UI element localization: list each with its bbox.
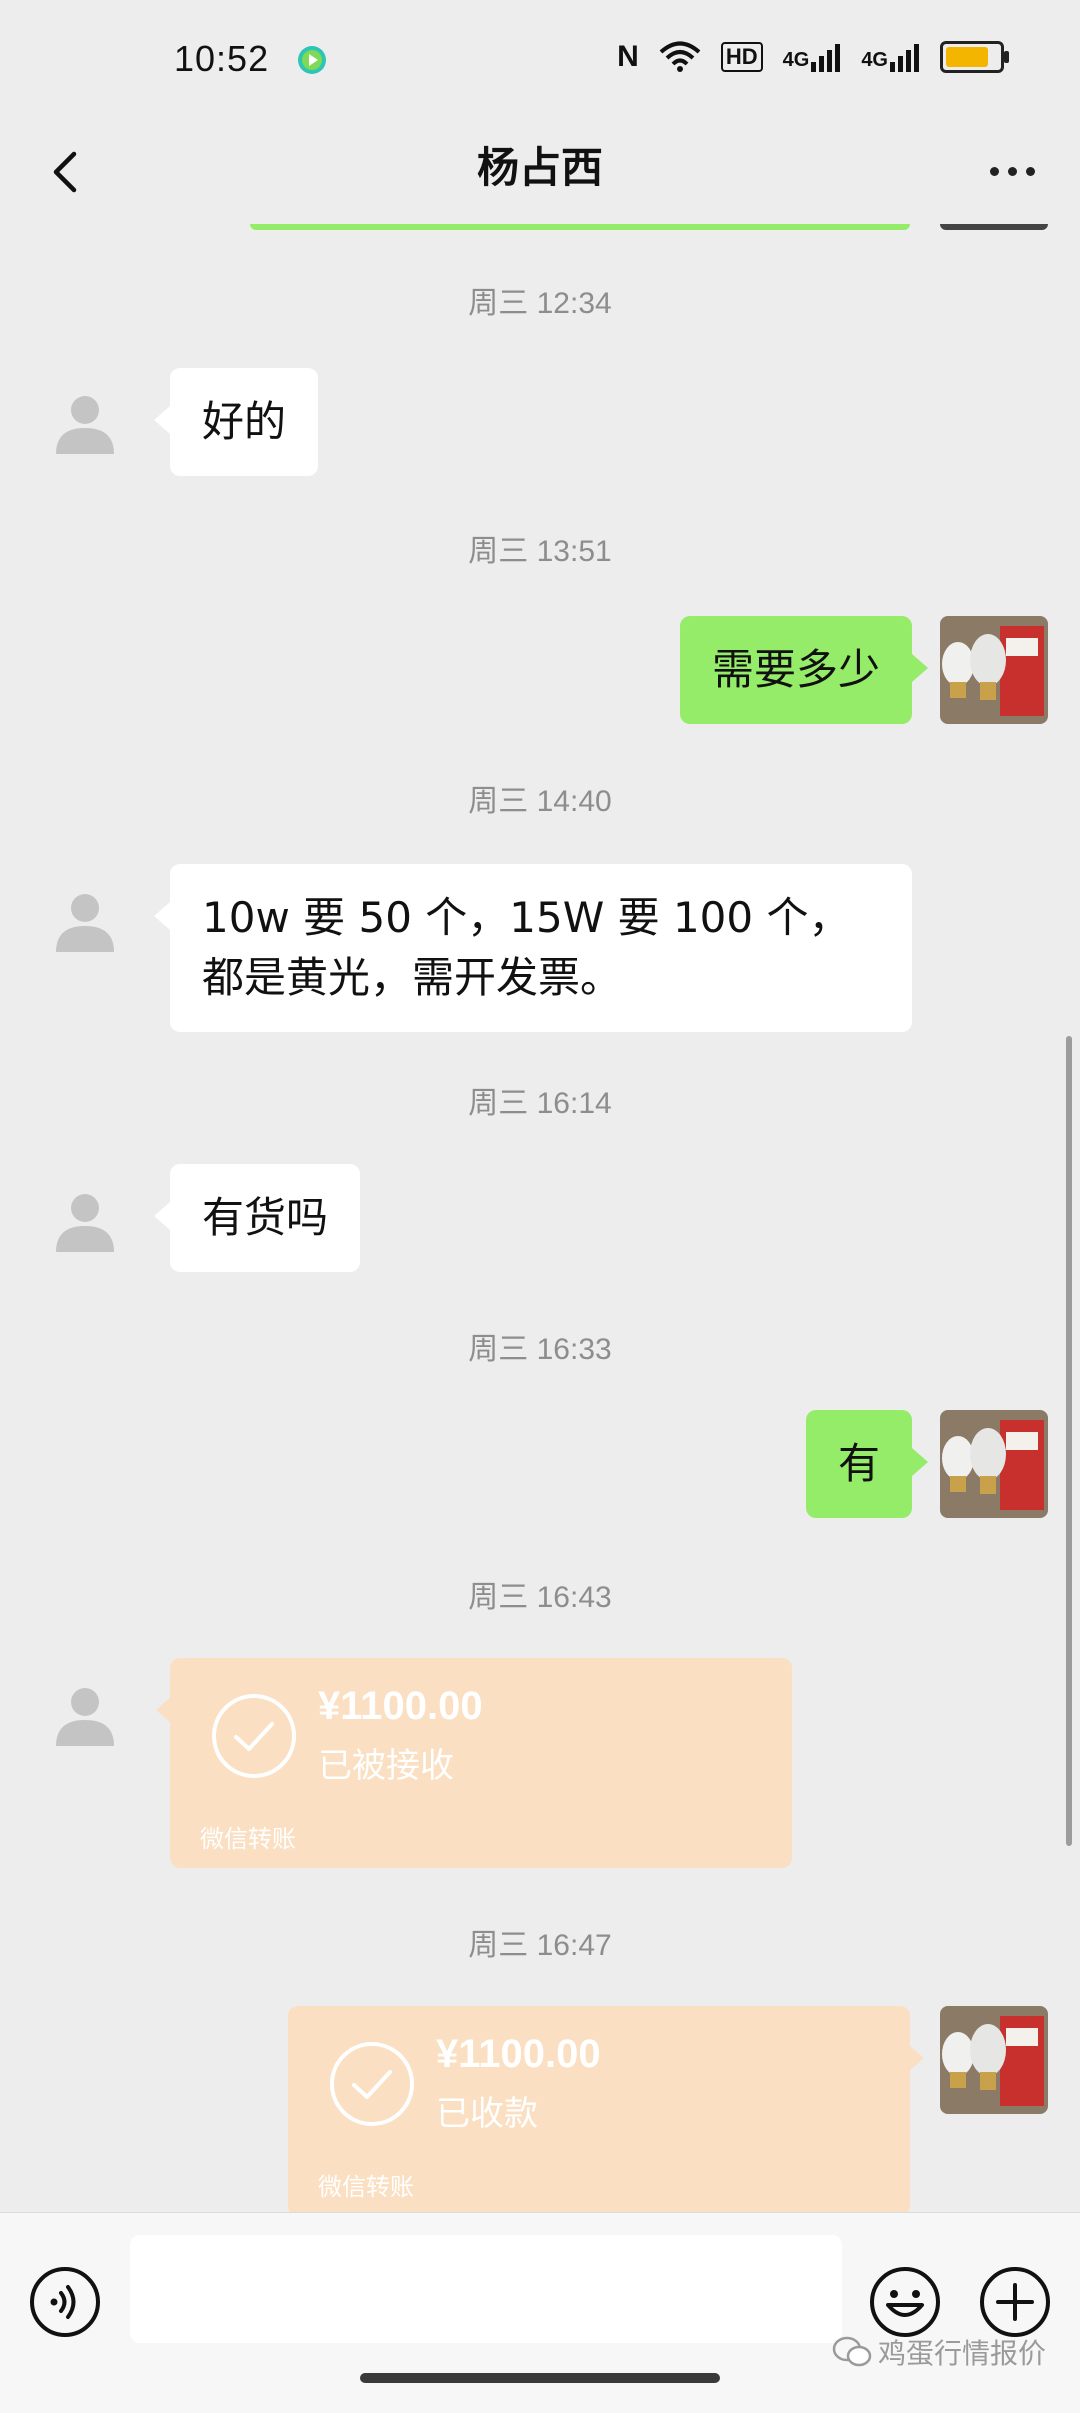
net-label: 4G: [861, 49, 888, 71]
message-timestamp: 周三 13:51: [468, 535, 612, 568]
cut-off-bubble: [250, 224, 910, 230]
lightbulb-photo-icon: [940, 1410, 1048, 1518]
person-icon: [56, 1194, 114, 1252]
self-avatar[interactable]: [940, 1410, 1048, 1518]
signal-4g-icon: 4G: [861, 42, 920, 72]
message-list[interactable]: 周三 12:34 好的 周三 13:51 需要多少 周三 14:40 10w 要…: [0, 224, 1080, 2224]
chat-title: 杨占西: [476, 143, 603, 192]
message-timestamp: 周三 16:43: [468, 1581, 612, 1614]
transfer-amount: ¥1100.00: [318, 1684, 483, 1728]
person-icon: [56, 894, 114, 952]
person-icon: [56, 396, 114, 454]
contact-avatar[interactable]: [52, 1188, 118, 1254]
emoji-icon[interactable]: [868, 2265, 942, 2339]
message-input[interactable]: [130, 2235, 842, 2343]
voice-icon[interactable]: [28, 2265, 102, 2339]
signal-4g-icon: 4G: [783, 42, 842, 72]
transfer-card-sent[interactable]: ¥1100.00 已收款 微信转账: [288, 2006, 924, 2216]
lightbulb-photo-icon: [940, 2006, 1048, 2114]
self-avatar[interactable]: [940, 616, 1048, 724]
hd-icon: HD: [720, 42, 763, 72]
message-bubble-received[interactable]: 有货吗: [153, 1164, 361, 1272]
self-avatar[interactable]: [940, 2006, 1048, 2114]
cut-off-avatar: [940, 224, 1048, 230]
message-bubble-received[interactable]: 好的: [153, 368, 319, 476]
battery-icon: [940, 41, 1009, 73]
nfc-icon: N: [617, 40, 639, 73]
message-timestamp: 周三 16:14: [468, 1087, 612, 1120]
wechat-logo-icon: [832, 2336, 872, 2367]
chat-scrollbar[interactable]: [1066, 1036, 1072, 1846]
net-label: 4G: [782, 49, 810, 71]
check-circle-icon: [330, 2042, 414, 2126]
message-bubble-sent[interactable]: 需要多少: [679, 616, 929, 724]
plus-icon[interactable]: [978, 2265, 1052, 2339]
contact-avatar[interactable]: [52, 390, 118, 456]
message-timestamp: 周三 16:33: [468, 1333, 612, 1366]
chat-header: 杨占西: [0, 120, 1080, 224]
watermark: 鸡蛋行情报价: [832, 2332, 1046, 2372]
message-timestamp: 周三 14:40: [468, 785, 612, 818]
status-bar: 10:52 N HD 4G 4G: [0, 0, 1080, 120]
transfer-amount: ¥1100.00: [436, 2032, 601, 2076]
message-timestamp: 周三 12:34: [468, 287, 612, 320]
message-timestamp: 周三 16:47: [468, 1929, 612, 1962]
battery-level: [946, 47, 988, 67]
transfer-status: 已收款: [436, 2094, 538, 2134]
home-indicator[interactable]: [360, 2373, 720, 2383]
video-app-icon: [298, 46, 326, 74]
message-bubble-sent[interactable]: 有: [805, 1410, 929, 1518]
transfer-card-received[interactable]: ¥1100.00 已被接收 微信转账: [156, 1658, 792, 1868]
contact-avatar[interactable]: [52, 888, 118, 954]
contact-avatar[interactable]: [52, 1682, 118, 1748]
wifi-icon: [659, 41, 701, 72]
transfer-status: 已被接收: [318, 1746, 454, 1786]
more-dots-icon[interactable]: [972, 136, 1052, 206]
check-circle-icon: [212, 1694, 296, 1778]
lightbulb-photo-icon: [940, 616, 1048, 724]
transfer-label: 微信转账: [200, 1825, 296, 1853]
watermark-text: 鸡蛋行情报价: [877, 2337, 1046, 2370]
message-bubble-received[interactable]: 10w 要 50 个，15W 要 100 个，都是黄光，需开发票。: [154, 864, 912, 1032]
transfer-label: 微信转账: [318, 2173, 414, 2201]
person-icon: [56, 1688, 114, 1746]
clock: 10:52: [174, 38, 270, 79]
